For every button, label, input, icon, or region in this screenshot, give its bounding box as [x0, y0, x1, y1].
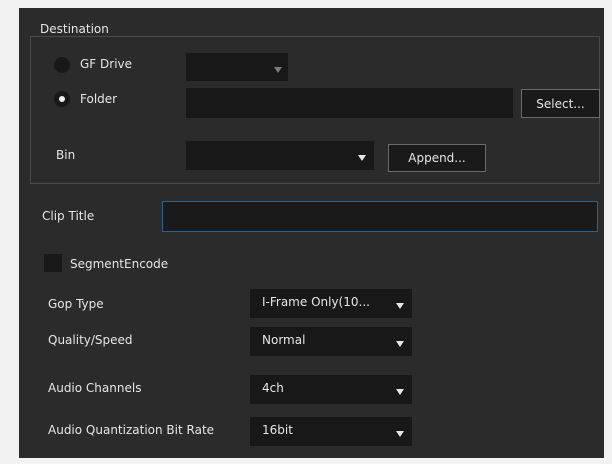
chevron-down-icon — [358, 155, 366, 161]
gf-drive-radio[interactable] — [54, 57, 70, 73]
chevron-down-icon — [396, 303, 404, 309]
audio-quant-bit-rate-label: Audio Quantization Bit Rate — [48, 423, 215, 437]
audio-channels-label: Audio Channels — [48, 381, 142, 395]
folder-radio[interactable] — [54, 91, 70, 107]
chevron-down-icon — [274, 67, 282, 73]
chevron-down-icon — [396, 431, 404, 437]
gop-type-dropdown[interactable]: I-Frame Only(10... — [250, 289, 412, 318]
chevron-down-icon — [396, 341, 404, 347]
segment-encode-checkbox[interactable] — [44, 254, 62, 272]
audio-channels-value: 4ch — [262, 381, 284, 395]
audio-quant-bit-rate-value: 16bit — [262, 423, 293, 437]
clip-title-label: Clip Title — [42, 209, 95, 223]
gf-drive-label: GF Drive — [80, 57, 133, 71]
quality-speed-value: Normal — [262, 333, 306, 347]
chevron-down-icon — [396, 389, 404, 395]
gop-type-label: Gop Type — [48, 297, 104, 311]
audio-channels-dropdown[interactable]: 4ch — [250, 375, 412, 404]
clip-title-input[interactable] — [162, 201, 598, 232]
gop-type-value: I-Frame Only(10... — [262, 295, 370, 309]
destination-group-title: Destination — [38, 22, 111, 36]
quality-speed-label: Quality/Speed — [48, 333, 133, 347]
gf-drive-dropdown[interactable] — [186, 53, 288, 81]
folder-label: Folder — [80, 92, 118, 106]
quality-speed-dropdown[interactable]: Normal — [250, 327, 412, 356]
select-folder-button[interactable]: Select... — [521, 89, 600, 118]
select-folder-button-label: Select... — [536, 96, 585, 111]
append-bin-button-label: Append... — [408, 151, 466, 165]
bin-dropdown[interactable] — [186, 141, 374, 170]
append-bin-button[interactable]: Append... — [388, 144, 486, 172]
bin-label: Bin — [56, 148, 76, 162]
audio-quant-bit-rate-dropdown[interactable]: 16bit — [250, 417, 412, 446]
segment-encode-label: SegmentEncode — [70, 257, 169, 271]
folder-path-field[interactable] — [186, 88, 513, 118]
